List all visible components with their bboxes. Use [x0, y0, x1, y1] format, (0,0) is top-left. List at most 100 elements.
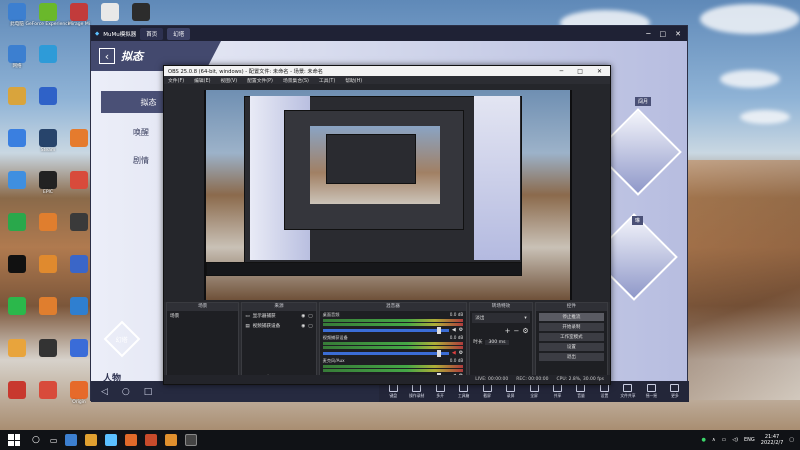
windows-start-icon[interactable] — [8, 434, 20, 446]
tab-home[interactable]: 首页 — [140, 27, 164, 40]
duration-input[interactable]: 300 ms — [485, 339, 509, 345]
obs-menu-item[interactable]: 编辑(E) — [194, 77, 210, 84]
desktop-icon[interactable]: EPIC — [33, 171, 63, 203]
mumu-tool-button[interactable]: 文件共享 — [618, 384, 638, 399]
desktop-icon[interactable] — [2, 129, 32, 161]
desktop-icon[interactable] — [2, 381, 32, 413]
exit-button[interactable]: 退出 — [538, 353, 604, 361]
gear-icon[interactable]: ⚙ — [522, 327, 528, 335]
volume-slider[interactable] — [322, 327, 449, 334]
obs-menu-item[interactable]: 帮助(H) — [345, 77, 362, 84]
desktop-icon-label: Origin — [72, 400, 86, 405]
mumu-tool-button[interactable]: 工具箱 — [453, 384, 473, 399]
back-nav-icon[interactable]: ◁ — [101, 387, 108, 397]
network-icon[interactable]: ▭ — [721, 437, 726, 443]
mumu-tool-button[interactable]: 操作录制 — [406, 384, 426, 399]
desktop-icon[interactable] — [2, 213, 32, 245]
recent-nav-icon[interactable]: □ — [144, 387, 153, 397]
obs-minimize-button[interactable]: ─ — [560, 68, 564, 75]
mumu-tool-button[interactable]: 摇一摇 — [641, 384, 661, 399]
desktop-icon[interactable]: GeForce Experience — [26, 3, 70, 35]
obs-window[interactable]: OBS 25.0.8 (64-bit, windows) - 配置文件: 未命名… — [163, 65, 611, 385]
mumu-tool-button[interactable]: 键盘 — [383, 384, 403, 399]
taskbar-app-icon[interactable] — [85, 434, 98, 446]
obs-menu-item[interactable]: 视图(V) — [220, 77, 237, 84]
desktop-icon[interactable] — [33, 381, 63, 413]
desktop-icon[interactable] — [2, 171, 32, 203]
character-section-label[interactable]: 人物 — [103, 371, 121, 381]
lock-icon[interactable]: ▢ — [308, 314, 312, 319]
tab-game[interactable]: 幻塔 — [167, 27, 191, 40]
minimize-button[interactable]: ─ — [646, 30, 650, 38]
eye-icon[interactable]: ◉ — [301, 314, 305, 319]
chevron-up-icon[interactable]: ∧ — [712, 437, 716, 443]
tool-label: 摇一摇 — [645, 393, 658, 398]
mumu-tool-button[interactable]: 设置 — [594, 384, 614, 399]
search-icon[interactable]: ○ — [32, 435, 40, 445]
desktop-icon[interactable] — [33, 255, 63, 287]
remove-icon[interactable]: − — [514, 327, 520, 335]
obs-preview[interactable] — [204, 90, 572, 300]
mumu-tool-button[interactable]: 截屏 — [477, 384, 497, 399]
desktop-icon[interactable] — [33, 87, 63, 119]
close-button[interactable]: ✕ — [675, 30, 681, 38]
mumu-title-bar[interactable]: ◆ MuMu模拟器 首页 幻塔 ─ □ ✕ — [91, 26, 687, 41]
add-icon[interactable]: + — [505, 327, 511, 335]
obs-menu-item[interactable]: 文件(F) — [168, 77, 184, 84]
lock-icon[interactable]: ▢ — [308, 324, 312, 329]
speaker-icon[interactable]: ◀ — [452, 350, 456, 356]
desktop-icon[interactable] — [33, 213, 63, 245]
desktop-icon[interactable]: 网络 — [2, 45, 32, 77]
mumu-tool-button[interactable]: 全屏 — [524, 384, 544, 399]
settings-button[interactable]: 设置 — [538, 343, 604, 351]
obs-menu-item[interactable]: 配置文件(P) — [247, 77, 273, 84]
gear-icon[interactable]: ⚙ — [459, 350, 463, 356]
gear-icon[interactable]: ⚙ — [459, 327, 463, 333]
mumu-tool-button[interactable]: 共享 — [547, 384, 567, 399]
task-view-icon[interactable]: ▭ — [50, 436, 58, 445]
obs-title-bar[interactable]: OBS 25.0.8 (64-bit, windows) - 配置文件: 未命名… — [164, 66, 610, 76]
obs-close-button[interactable]: ✕ — [597, 68, 602, 75]
start-recording-button[interactable]: 开始录制 — [538, 323, 604, 331]
desktop-icon[interactable]: 此电脑 — [2, 3, 32, 35]
back-button[interactable]: ‹ — [99, 48, 115, 64]
taskbar-app-icon[interactable] — [65, 434, 78, 446]
clock[interactable]: 21:47 2022/2/7 — [761, 434, 783, 446]
mumu-tool-button[interactable]: 录屏 — [500, 384, 520, 399]
mumu-tool-button[interactable]: 更多 — [665, 384, 685, 399]
taskbar-app-icon[interactable] — [105, 434, 118, 446]
scene-item[interactable]: 场景 — [167, 311, 238, 321]
wechat-tray-icon[interactable]: ● — [701, 437, 705, 443]
obs-menu-item[interactable]: 工具(T) — [319, 77, 335, 84]
desktop-icon[interactable] — [2, 87, 32, 119]
volume-slider[interactable] — [322, 350, 449, 357]
volume-icon[interactable]: ◁) — [732, 437, 738, 443]
obs-maximize-button[interactable]: □ — [577, 68, 583, 75]
stop-streaming-button[interactable]: 停止推流 — [538, 313, 604, 321]
taskbar-app-icon[interactable] — [165, 434, 178, 446]
desktop-icon[interactable] — [2, 339, 32, 371]
taskbar-app-icon[interactable] — [125, 434, 138, 446]
cpu-status: CPU: 2.8%, 30.00 fps — [556, 377, 605, 382]
source-item[interactable]: ▤ 视频捕获设备 ◉ ▢ — [242, 321, 315, 331]
mumu-tool-button[interactable]: 多开 — [430, 384, 450, 399]
desktop-icon[interactable]: Steam — [33, 129, 63, 161]
language-indicator[interactable]: ENG — [744, 437, 755, 443]
home-nav-icon[interactable]: ○ — [122, 387, 130, 397]
transition-select[interactable]: 淡出 ▾ — [472, 313, 530, 323]
source-item[interactable]: ▭ 显示器捕获 ◉ ▢ — [242, 311, 315, 321]
taskbar-app-icon[interactable] — [145, 434, 158, 446]
desktop-icon[interactable] — [33, 339, 63, 371]
studio-mode-button[interactable]: 工作室模式 — [538, 333, 604, 341]
mumu-tool-button[interactable]: 音量 — [571, 384, 591, 399]
maximize-button[interactable]: □ — [660, 30, 667, 38]
desktop-icon[interactable] — [33, 45, 63, 77]
taskbar-app-icon[interactable] — [185, 434, 198, 446]
desktop-icon[interactable] — [33, 297, 63, 329]
desktop-icon[interactable] — [2, 297, 32, 329]
desktop-icon[interactable] — [2, 255, 32, 287]
obs-menu-item[interactable]: 场景集合(S) — [283, 77, 309, 84]
speaker-icon[interactable]: ◀ — [452, 327, 456, 333]
notification-icon[interactable]: ▢ — [789, 437, 794, 443]
eye-icon[interactable]: ◉ — [301, 324, 305, 329]
